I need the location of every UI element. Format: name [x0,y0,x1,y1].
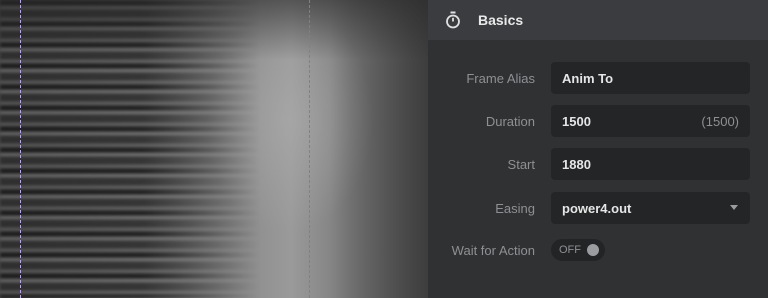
start-input[interactable]: 1880 [551,148,750,180]
panel-title: Basics [478,12,524,28]
wait-for-action-row: Wait for Action OFF [428,234,768,266]
start-row: Start 1880 [428,148,768,180]
duration-input[interactable]: 1500 (1500) [551,105,750,137]
stopwatch-icon [444,11,462,29]
basics-panel: Basics Frame Alias Anim To Duration 1500… [428,0,768,298]
frame-alias-input[interactable]: Anim To [551,62,750,94]
easing-select[interactable]: power4.out [551,192,750,224]
start-label: Start [507,156,535,172]
canvas-shade-right [330,0,428,298]
duration-row: Duration 1500 (1500) [428,105,768,137]
duration-label: Duration [485,113,535,129]
guide-line-right[interactable] [309,0,310,298]
easing-row: Easing power4.out [428,192,768,224]
panel-header[interactable]: Basics [428,0,768,40]
frame-alias-value: Anim To [562,70,614,86]
frame-alias-label: Frame Alias [466,70,535,86]
frame-alias-row: Frame Alias Anim To [428,62,768,94]
start-value: 1880 [562,156,591,172]
duration-value: 1500 [562,113,591,129]
easing-label: Easing [495,200,535,216]
easing-value: power4.out [562,200,632,216]
editor-window: Basics Frame Alias Anim To Duration 1500… [0,0,768,298]
chevron-down-icon [730,205,738,210]
wait-for-action-label: Wait for Action [451,242,535,258]
guide-line-left[interactable] [20,0,21,298]
preview-canvas[interactable] [0,0,428,298]
wait-for-action-toggle[interactable]: OFF [551,239,605,261]
toggle-knob [587,244,599,256]
toggle-state-text: OFF [559,244,581,256]
duration-default-hint: (1500) [701,113,739,129]
